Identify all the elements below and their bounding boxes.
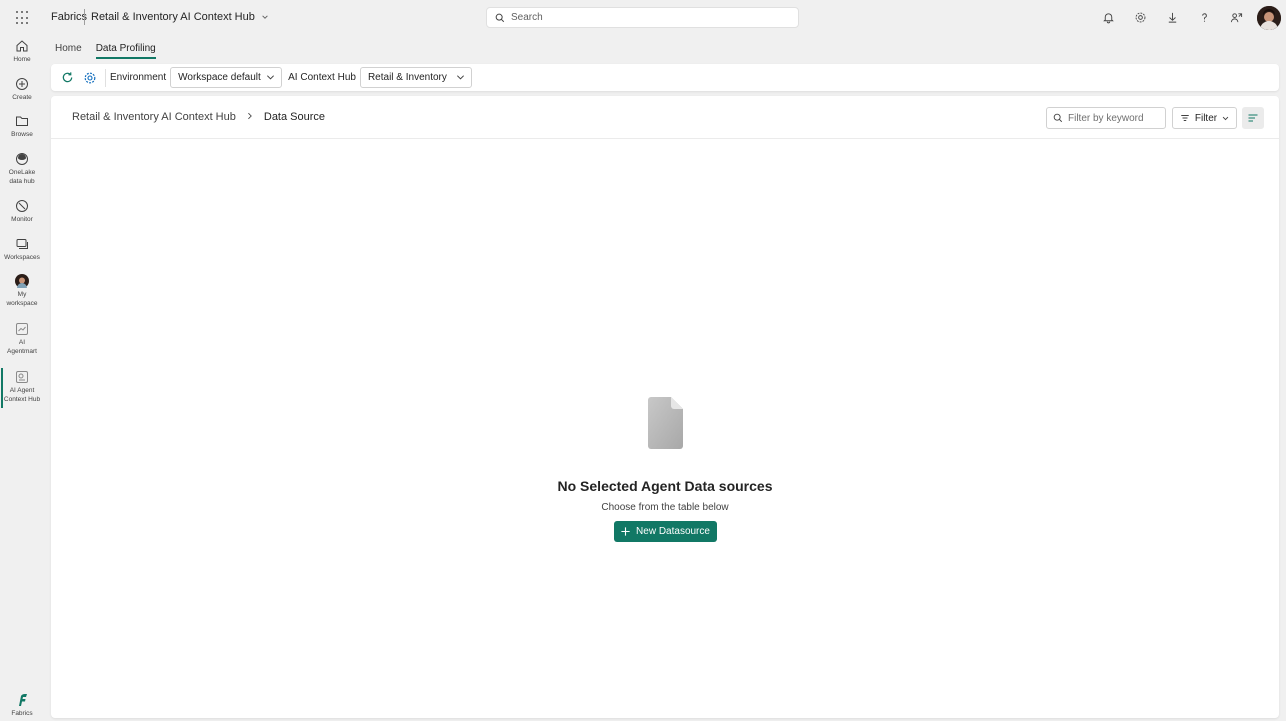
hub-name-dropdown[interactable]: Retail & Inventory AI Context Hub <box>91 11 269 23</box>
rail-label: Monitor <box>11 216 33 223</box>
chevron-down-icon <box>267 75 275 80</box>
chevron-right-icon <box>246 111 254 123</box>
breadcrumb-current: Data Source <box>263 111 326 123</box>
share-icon[interactable] <box>1228 9 1244 25</box>
settings-icon[interactable] <box>82 70 98 86</box>
ai-context-hub-value: Retail & Inventory <box>367 72 447 83</box>
ribbon-tabs: Home Data Profiling <box>55 43 156 59</box>
chevron-down-icon <box>456 75 464 80</box>
rail-item-browse[interactable]: Browse <box>0 114 44 139</box>
download-icon[interactable] <box>1164 9 1180 25</box>
workspaces-icon <box>16 239 28 249</box>
search-box[interactable] <box>486 7 799 28</box>
environment-label: Environment <box>110 72 167 83</box>
toolbar: Environment Workspace default AI Context… <box>51 64 1279 91</box>
keyword-filter-input[interactable] <box>1068 112 1164 124</box>
rail-label: Browse <box>11 131 33 138</box>
rail-label: Home <box>13 56 31 63</box>
rail-item-create[interactable]: Create <box>0 77 44 102</box>
ai-context-hub-label: AI Context Hub <box>288 72 356 83</box>
ai-context-hub-select[interactable]: Retail & Inventory <box>359 67 472 88</box>
agentmart-icon <box>16 323 28 335</box>
environment-select[interactable]: Workspace default <box>170 67 283 88</box>
monitor-icon <box>16 200 28 212</box>
user-avatar[interactable] <box>1257 6 1281 30</box>
folder-icon <box>16 116 28 126</box>
chevron-down-icon <box>262 15 268 19</box>
rail-item-agentmart[interactable]: AI Agentmart <box>0 322 44 356</box>
breadcrumb: Retail & Inventory AI Context Hub Data S… <box>72 111 325 123</box>
document-icon <box>648 397 683 449</box>
plus-icon <box>621 527 630 536</box>
rail-item-workspaces[interactable]: Workspaces <box>0 237 44 262</box>
rail-item-monitor[interactable]: Monitor <box>0 199 44 224</box>
search-icon <box>495 13 505 22</box>
rail-label: OneLake data hub <box>8 169 36 185</box>
hub-name-label: Retail & Inventory AI Context Hub <box>91 11 255 23</box>
rail-label: My workspace <box>6 291 38 307</box>
help-icon[interactable] <box>1196 9 1212 25</box>
home-icon <box>16 40 28 52</box>
bell-icon[interactable] <box>1100 9 1116 25</box>
main-panel: Retail & Inventory AI Context Hub Data S… <box>51 96 1279 718</box>
gear-icon[interactable] <box>1132 9 1148 25</box>
rail-label: Fabrics <box>11 710 33 717</box>
context-hub-icon <box>16 371 28 383</box>
top-bar: Fabrics Retail & Inventory AI Context Hu… <box>0 0 1286 35</box>
filter-button-label: Filter <box>1194 112 1218 124</box>
onelake-icon <box>16 153 28 165</box>
rail-item-my-workspace[interactable]: My workspace <box>0 274 44 308</box>
brand-divider <box>84 9 85 25</box>
toolbar-divider <box>105 68 106 87</box>
breadcrumb-parent[interactable]: Retail & Inventory AI Context Hub <box>72 111 236 123</box>
rail-item-home[interactable]: Home <box>0 39 44 64</box>
app-launcher-icon[interactable] <box>16 11 30 25</box>
tab-home[interactable]: Home <box>55 43 82 59</box>
brand-name[interactable]: Fabrics <box>51 11 87 23</box>
fabrics-logo-icon <box>19 694 27 706</box>
panel-header: Retail & Inventory AI Context Hub Data S… <box>51 96 1279 139</box>
avatar <box>15 274 29 288</box>
tab-data-profiling[interactable]: Data Profiling <box>95 43 156 59</box>
new-datasource-button[interactable]: New Datasource <box>613 521 717 542</box>
empty-state: No Selected Agent Data sources Choose fr… <box>51 396 1279 542</box>
view-options-button[interactable] <box>1242 107 1264 129</box>
rail-label: AI Agentmart <box>7 339 37 355</box>
left-rail: Home Create Browse OneLake data hub Moni… <box>0 35 44 721</box>
rail-label: Create <box>12 94 32 101</box>
chevron-down-icon <box>1222 116 1229 120</box>
empty-state-subtitle: Choose from the table below <box>601 502 729 513</box>
new-datasource-label: New Datasource <box>636 526 710 537</box>
environment-value: Workspace default <box>178 72 261 83</box>
search-input[interactable] <box>511 12 791 23</box>
list-view-icon <box>1248 114 1258 122</box>
empty-state-title: No Selected Agent Data sources <box>557 478 773 494</box>
search-icon <box>1053 113 1063 123</box>
keyword-filter-box[interactable] <box>1046 107 1166 129</box>
rail-label: AI Agent Context Hub <box>3 387 41 403</box>
top-icons <box>1100 9 1244 25</box>
filter-icon <box>1181 115 1189 121</box>
filter-button[interactable]: Filter <box>1172 107 1237 129</box>
rail-item-context-hub[interactable]: AI Agent Context Hub <box>0 370 44 404</box>
rail-item-onelake[interactable]: OneLake data hub <box>0 152 44 186</box>
rail-label: Workspaces <box>4 254 40 261</box>
plus-circle-icon <box>16 78 28 90</box>
rail-footer-fabrics[interactable]: Fabrics <box>0 693 44 718</box>
refresh-icon[interactable] <box>59 70 75 86</box>
